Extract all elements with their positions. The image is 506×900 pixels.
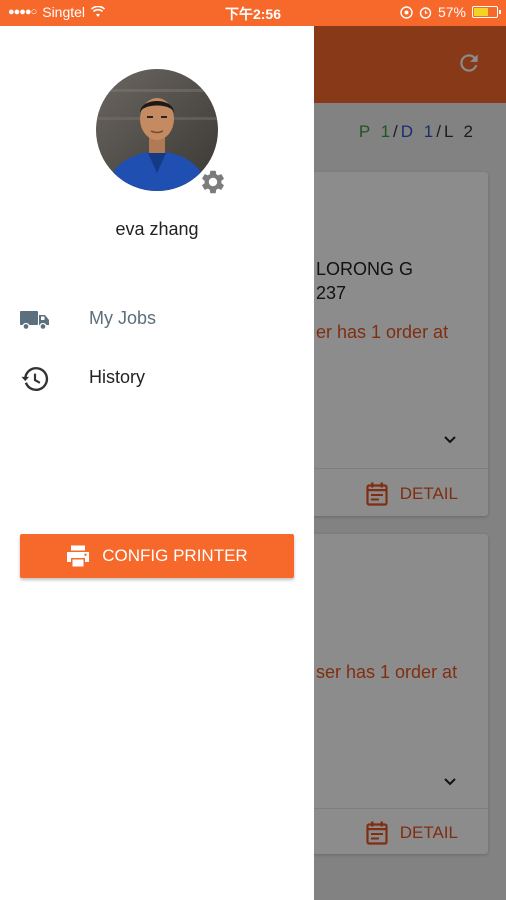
battery-icon	[472, 6, 501, 18]
navigation-drawer: eva zhang My Jobs History CONFIG PRINTER	[0, 26, 314, 900]
gear-icon[interactable]	[199, 168, 227, 196]
config-printer-button[interactable]: CONFIG PRINTER	[20, 534, 294, 578]
location-icon	[400, 5, 413, 19]
nav-item-my-jobs[interactable]: My Jobs	[0, 295, 314, 345]
truck-icon	[20, 311, 49, 331]
nav-item-history[interactable]: History	[0, 354, 314, 404]
alarm-icon	[419, 6, 432, 19]
battery-percent: 57%	[437, 4, 466, 20]
status-right: 57%	[400, 4, 501, 20]
config-printer-label: CONFIG PRINTER	[102, 546, 248, 565]
nav-item-label: History	[89, 367, 146, 387]
user-name: eva zhang	[115, 219, 199, 239]
battery-fill	[474, 8, 488, 16]
nav-item-label: My Jobs	[89, 308, 157, 328]
status-bar: ●●●●○ Singtel 下午2:56 57%	[0, 0, 506, 26]
history-icon	[21, 366, 49, 392]
printer-icon	[67, 545, 90, 567]
